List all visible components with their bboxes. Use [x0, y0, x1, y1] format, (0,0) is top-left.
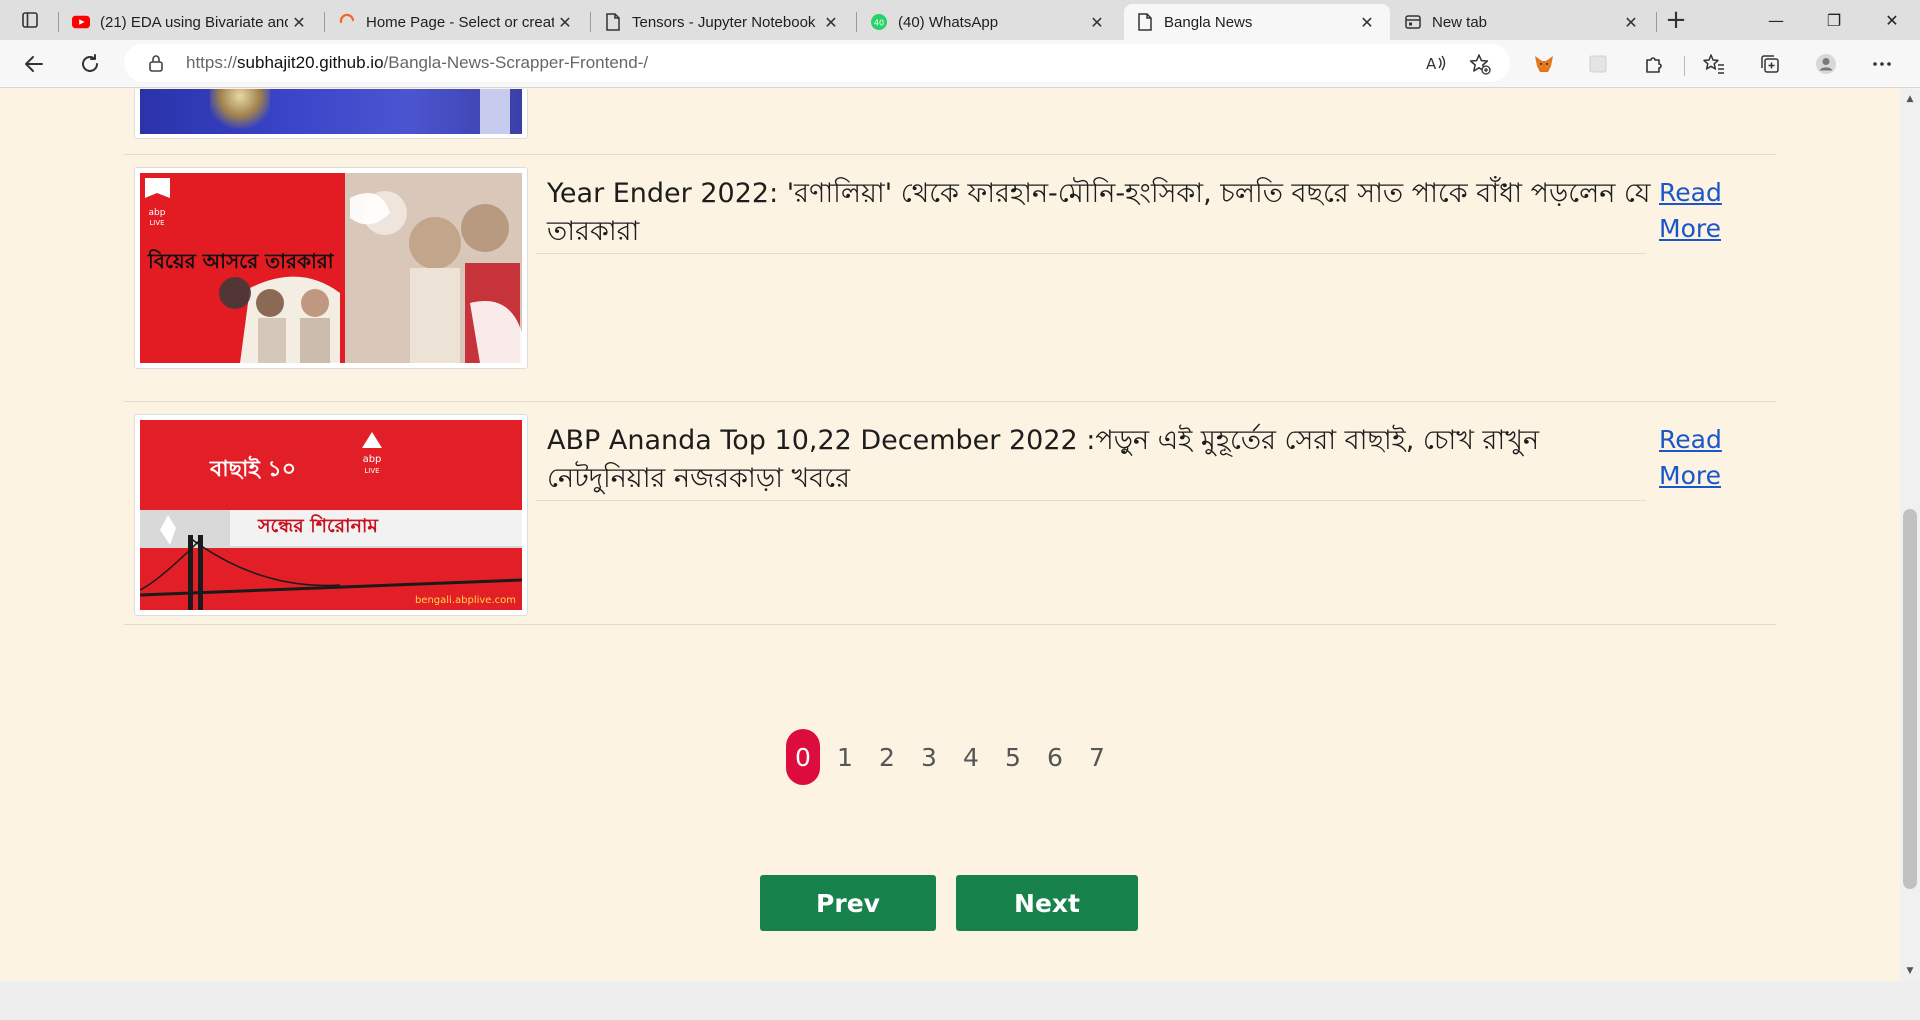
url-path: /Bangla-News-Scrapper-Frontend-/: [383, 53, 649, 72]
new-tab-page-icon: [1404, 13, 1422, 31]
news-thumbnail: abp LIVE বিয়ের আসরে তারকারা: [134, 167, 528, 369]
more-menu-button[interactable]: [1866, 48, 1898, 80]
tab-bangla-news[interactable]: Bangla News ✕: [1124, 4, 1390, 40]
tab-title: (21) EDA using Bivariate and: [100, 13, 288, 31]
table-bottom-border: [124, 624, 1776, 625]
tab-actions-icon: [22, 12, 38, 28]
add-favorite-button[interactable]: [1464, 48, 1496, 80]
tab-close-button[interactable]: ✕: [1086, 11, 1108, 33]
tab-title: Bangla News: [1164, 13, 1253, 31]
next-button[interactable]: Next: [956, 875, 1138, 931]
new-tab-button[interactable]: +: [1660, 4, 1692, 36]
news-thumbnail: abp LIVE বাছাই ১০ সন্ধের শিরোনাম bengali…: [134, 414, 528, 616]
abp-logo-text: abp: [149, 208, 166, 218]
refresh-icon: [82, 54, 98, 72]
read-more-link[interactable]: Read More: [1659, 422, 1739, 494]
previous-news-thumbnail: [134, 89, 528, 139]
read-aloud-icon: A: [1426, 55, 1446, 73]
tab-close-button[interactable]: ✕: [288, 11, 310, 33]
address-bar[interactable]: https://subhajit20.github.io/Bangla-News…: [124, 44, 1510, 82]
pagination: 0 1 2 3 4 5 6 7: [786, 729, 1118, 785]
news-row: abp LIVE বিয়ের আসরে তারকারা Year Ender …: [124, 154, 1776, 401]
restore-button[interactable]: ❐: [1806, 0, 1862, 40]
page-7-button[interactable]: 7: [1076, 729, 1118, 785]
scroll-up-arrow-icon[interactable]: ▲: [1900, 89, 1920, 109]
loading-spinner-icon: [338, 13, 356, 31]
svg-text:abp: abp: [363, 454, 382, 465]
page-0-button[interactable]: 0: [786, 729, 820, 785]
collections-icon: [1761, 55, 1779, 73]
scroll-down-arrow-icon[interactable]: ▼: [1900, 961, 1920, 981]
news-row: abp LIVE বাছাই ১০ সন্ধের শিরোনাম bengali…: [124, 401, 1776, 624]
extension-tile-icon: [1589, 55, 1607, 73]
tab-whatsapp[interactable]: 40 (40) WhatsApp ✕: [858, 4, 1120, 40]
tab-title: Tensors - Jupyter Notebook: [632, 13, 816, 31]
whatsapp-badge: 40: [874, 19, 884, 28]
star-add-icon: [1469, 54, 1491, 75]
page-3-button[interactable]: 3: [908, 729, 950, 785]
news-image: abp LIVE বিয়ের আসরে তারকারা: [140, 173, 522, 363]
tab-youtube[interactable]: (21) EDA using Bivariate and ✕: [60, 4, 322, 40]
tab-actions-button[interactable]: [10, 6, 50, 34]
profile-avatar-icon: [1816, 54, 1836, 74]
back-button[interactable]: [18, 48, 50, 80]
lock-icon: [148, 54, 164, 76]
tab-close-button[interactable]: ✕: [554, 11, 576, 33]
bottom-status-strip: [0, 981, 1920, 1020]
read-more-link[interactable]: Read More: [1659, 175, 1739, 247]
tab-close-button[interactable]: ✕: [1356, 11, 1378, 33]
back-arrow-icon: [25, 56, 43, 72]
puzzle-icon: [1646, 57, 1662, 73]
youtube-icon: [72, 13, 90, 31]
favorites-button[interactable]: [1698, 48, 1730, 80]
page-2-button[interactable]: 2: [866, 729, 908, 785]
news-image: abp LIVE বাছাই ১০ সন্ধের শিরোনাম bengali…: [140, 420, 522, 610]
image-source-url: bengali.abplive.com: [414, 595, 516, 606]
page-icon: [1136, 13, 1154, 31]
tab-close-button[interactable]: ✕: [820, 11, 842, 33]
tab-title: New tab: [1432, 13, 1488, 31]
page-5-button[interactable]: 5: [992, 729, 1034, 785]
url-text[interactable]: https://subhajit20.github.io/Bangla-News…: [186, 53, 648, 73]
tab-title: Home Page - Select or creat: [366, 13, 554, 31]
vertical-scrollbar[interactable]: ▲ ▼: [1900, 89, 1920, 981]
page-1-button[interactable]: 1: [824, 729, 866, 785]
tab-new-tab[interactable]: New tab ✕: [1392, 4, 1654, 40]
page-4-button[interactable]: 4: [950, 729, 992, 785]
tab-title: (40) WhatsApp: [898, 13, 999, 31]
window-close-button[interactable]: ✕: [1864, 0, 1920, 40]
news-title: ABP Ananda Top 10,22 December 2022 :পড়ু…: [547, 425, 1540, 494]
favorites-icon: [1703, 54, 1724, 74]
extensions-button[interactable]: [1638, 48, 1670, 80]
image-caption: বিয়ের আসরে তারকারা: [148, 249, 334, 273]
svg-text:A: A: [1426, 55, 1437, 73]
browser-toolbar: https://subhajit20.github.io/Bangla-News…: [0, 40, 1920, 88]
extension-placeholder-button[interactable]: [1582, 48, 1614, 80]
scrollbar-thumb[interactable]: [1903, 509, 1917, 889]
collections-button[interactable]: [1754, 48, 1786, 80]
fox-icon: [1535, 56, 1553, 72]
tab-home-page[interactable]: Home Page - Select or creat ✕: [326, 4, 588, 40]
tab-close-button[interactable]: ✕: [1620, 11, 1642, 33]
refresh-button[interactable]: [74, 48, 106, 80]
tab-strip: (21) EDA using Bivariate and ✕ Home Page…: [0, 0, 1920, 40]
image-badge: বাছাই ১০: [210, 457, 297, 482]
ellipsis-icon: [1873, 62, 1891, 66]
profile-button[interactable]: [1810, 48, 1842, 80]
tab-jupyter[interactable]: Tensors - Jupyter Notebook ✕: [592, 4, 854, 40]
svg-text:LIVE: LIVE: [364, 467, 379, 475]
page-icon: [604, 13, 622, 31]
prev-button[interactable]: Prev: [760, 875, 936, 931]
minimize-button[interactable]: —: [1748, 0, 1804, 40]
whatsapp-icon: 40: [870, 13, 888, 31]
metamask-extension-button[interactable]: [1528, 48, 1560, 80]
read-aloud-button[interactable]: A: [1420, 48, 1452, 80]
url-scheme: https://: [186, 53, 238, 72]
url-host: subhajit20.github.io: [237, 53, 384, 72]
page-viewport: abp LIVE বিয়ের আসরে তারকারা Year Ender …: [0, 89, 1900, 981]
news-title: Year Ender 2022: 'রণালিয়া' থেকে ফারহান-…: [547, 178, 1651, 247]
svg-text:LIVE: LIVE: [149, 219, 164, 227]
image-caption: সন্ধের শিরোনাম: [258, 515, 378, 537]
page-6-button[interactable]: 6: [1034, 729, 1076, 785]
